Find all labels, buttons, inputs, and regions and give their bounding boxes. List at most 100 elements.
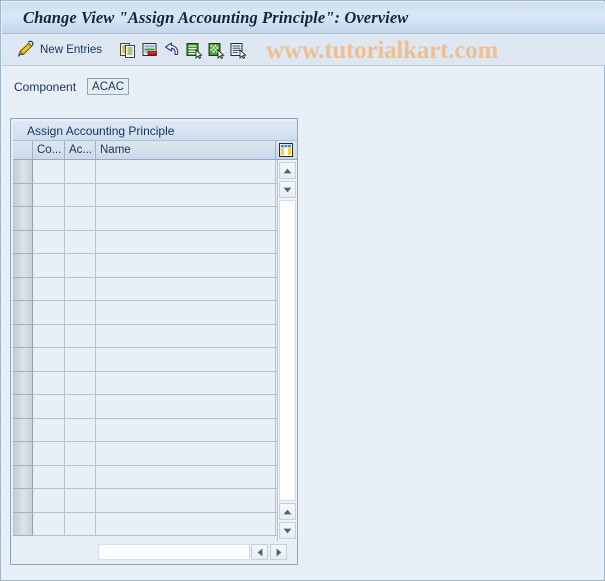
cell-ac[interactable] bbox=[65, 230, 96, 253]
cell-co[interactable] bbox=[33, 371, 65, 394]
vertical-scrollbar-track[interactable] bbox=[279, 200, 296, 501]
column-header-name[interactable]: Name bbox=[96, 141, 276, 159]
row-selector-cell[interactable] bbox=[13, 489, 33, 513]
cell-name[interactable] bbox=[96, 160, 276, 183]
cell-name[interactable] bbox=[96, 348, 276, 371]
table-row[interactable] bbox=[13, 465, 277, 489]
cell-co[interactable] bbox=[33, 254, 65, 277]
cell-co[interactable] bbox=[33, 395, 65, 418]
scroll-left-icon[interactable] bbox=[251, 544, 268, 560]
row-selector-cell[interactable] bbox=[13, 418, 33, 442]
cell-ac[interactable] bbox=[65, 512, 96, 535]
undo-icon[interactable] bbox=[161, 39, 183, 61]
deselect-all-icon[interactable] bbox=[205, 39, 227, 61]
cell-ac[interactable] bbox=[65, 489, 96, 512]
cell-name[interactable] bbox=[96, 301, 276, 324]
cell-co[interactable] bbox=[33, 512, 65, 535]
cell-ac[interactable] bbox=[65, 254, 96, 277]
cell-ac[interactable] bbox=[65, 348, 96, 371]
table-row[interactable] bbox=[13, 512, 277, 536]
table-row[interactable] bbox=[13, 395, 277, 419]
table-row[interactable] bbox=[13, 183, 277, 207]
cell-name[interactable] bbox=[96, 277, 276, 300]
cell-ac[interactable] bbox=[65, 207, 96, 230]
cell-co[interactable] bbox=[33, 301, 65, 324]
table-row[interactable] bbox=[13, 348, 277, 372]
row-selector-cell[interactable] bbox=[13, 301, 33, 325]
table-row[interactable] bbox=[13, 324, 277, 348]
column-header-ac[interactable]: Ac... bbox=[65, 141, 96, 159]
row-selector-cell[interactable] bbox=[13, 230, 33, 254]
cell-co[interactable] bbox=[33, 489, 65, 512]
cell-name[interactable] bbox=[96, 371, 276, 394]
component-value[interactable]: ACAC bbox=[87, 78, 129, 95]
column-header-selector[interactable] bbox=[13, 141, 33, 159]
row-selector-cell[interactable] bbox=[13, 512, 33, 536]
scroll-down-icon[interactable] bbox=[279, 181, 296, 198]
row-selector-cell[interactable] bbox=[13, 465, 33, 489]
row-selector-cell[interactable] bbox=[13, 395, 33, 419]
scroll-up-icon[interactable] bbox=[279, 162, 296, 179]
cell-ac[interactable] bbox=[65, 371, 96, 394]
row-selector-cell[interactable] bbox=[13, 160, 33, 184]
table-row[interactable] bbox=[13, 371, 277, 395]
table-row[interactable] bbox=[13, 301, 277, 325]
cell-name[interactable] bbox=[96, 512, 276, 535]
row-selector-cell[interactable] bbox=[13, 324, 33, 348]
cell-ac[interactable] bbox=[65, 324, 96, 347]
cell-ac[interactable] bbox=[65, 183, 96, 206]
cell-name[interactable] bbox=[96, 489, 276, 512]
column-header-co[interactable]: Co... bbox=[33, 141, 65, 159]
cell-co[interactable] bbox=[33, 230, 65, 253]
cell-ac[interactable] bbox=[65, 465, 96, 488]
table-row[interactable] bbox=[13, 207, 277, 231]
table-row[interactable] bbox=[13, 489, 277, 513]
scroll-page-down-icon[interactable] bbox=[279, 522, 296, 539]
cell-name[interactable] bbox=[96, 183, 276, 206]
display-change-toggle-icon[interactable] bbox=[14, 39, 38, 61]
select-all-icon[interactable] bbox=[183, 39, 205, 61]
new-entries-button[interactable]: New Entries bbox=[38, 44, 109, 56]
table-vertical-scrollbar[interactable] bbox=[277, 160, 297, 541]
cell-name[interactable] bbox=[96, 254, 276, 277]
cell-name[interactable] bbox=[96, 442, 276, 465]
details-icon[interactable] bbox=[227, 39, 249, 61]
table-settings-icon[interactable] bbox=[276, 141, 296, 159]
row-selector-cell[interactable] bbox=[13, 442, 33, 466]
cell-ac[interactable] bbox=[65, 395, 96, 418]
copy-as-icon[interactable] bbox=[117, 39, 139, 61]
cell-name[interactable] bbox=[96, 395, 276, 418]
scroll-right-icon[interactable] bbox=[270, 544, 287, 560]
table-row[interactable] bbox=[13, 418, 277, 442]
row-selector-cell[interactable] bbox=[13, 348, 33, 372]
cell-name[interactable] bbox=[96, 465, 276, 488]
scroll-page-up-icon[interactable] bbox=[279, 503, 296, 520]
cell-co[interactable] bbox=[33, 160, 65, 183]
cell-co[interactable] bbox=[33, 465, 65, 488]
cell-ac[interactable] bbox=[65, 160, 96, 183]
cell-co[interactable] bbox=[33, 207, 65, 230]
cell-ac[interactable] bbox=[65, 418, 96, 441]
row-selector-cell[interactable] bbox=[13, 277, 33, 301]
row-selector-cell[interactable] bbox=[13, 207, 33, 231]
table-row[interactable] bbox=[13, 160, 277, 184]
cell-co[interactable] bbox=[33, 348, 65, 371]
row-selector-cell[interactable] bbox=[13, 183, 33, 207]
cell-name[interactable] bbox=[96, 230, 276, 253]
cell-name[interactable] bbox=[96, 418, 276, 441]
cell-ac[interactable] bbox=[65, 442, 96, 465]
cell-co[interactable] bbox=[33, 418, 65, 441]
cell-ac[interactable] bbox=[65, 277, 96, 300]
table-row[interactable] bbox=[13, 442, 277, 466]
cell-co[interactable] bbox=[33, 183, 65, 206]
table-row[interactable] bbox=[13, 277, 277, 301]
cell-co[interactable] bbox=[33, 324, 65, 347]
table-horizontal-scrollbar[interactable] bbox=[13, 541, 297, 564]
table-row[interactable] bbox=[13, 254, 277, 278]
cell-co[interactable] bbox=[33, 442, 65, 465]
cell-name[interactable] bbox=[96, 207, 276, 230]
table-row[interactable] bbox=[13, 230, 277, 254]
row-selector-cell[interactable] bbox=[13, 254, 33, 278]
cell-ac[interactable] bbox=[65, 301, 96, 324]
horizontal-scrollbar-track[interactable] bbox=[98, 544, 250, 560]
